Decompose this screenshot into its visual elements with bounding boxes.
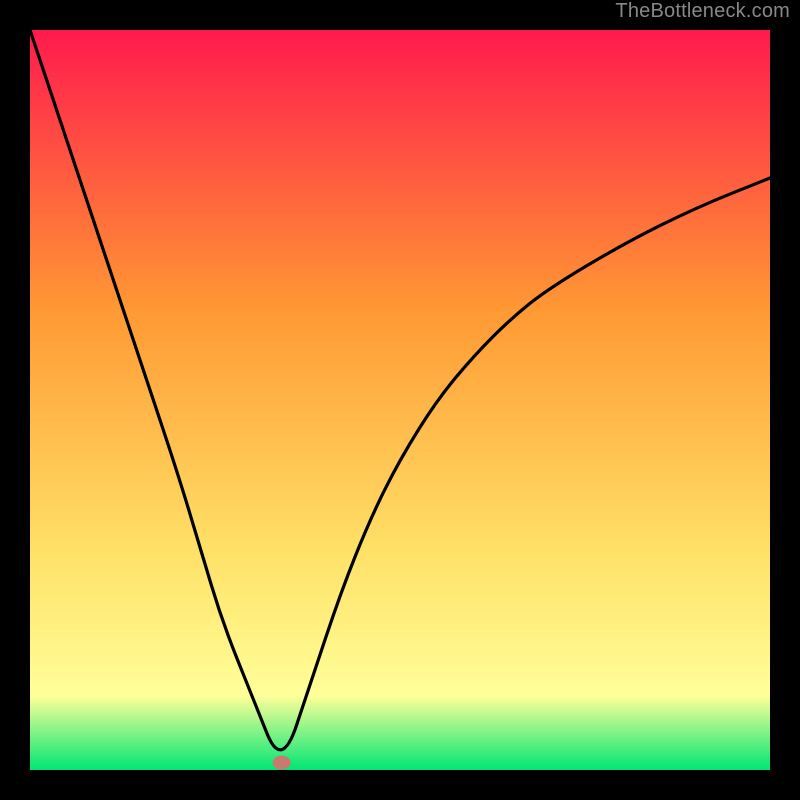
watermark-text: TheBottleneck.com (615, 0, 790, 23)
plot-area (30, 30, 770, 770)
gradient-background (30, 30, 770, 770)
chart-outer-frame: TheBottleneck.com (0, 0, 800, 800)
bottleneck-chart (30, 30, 770, 770)
optimum-marker (273, 756, 291, 770)
